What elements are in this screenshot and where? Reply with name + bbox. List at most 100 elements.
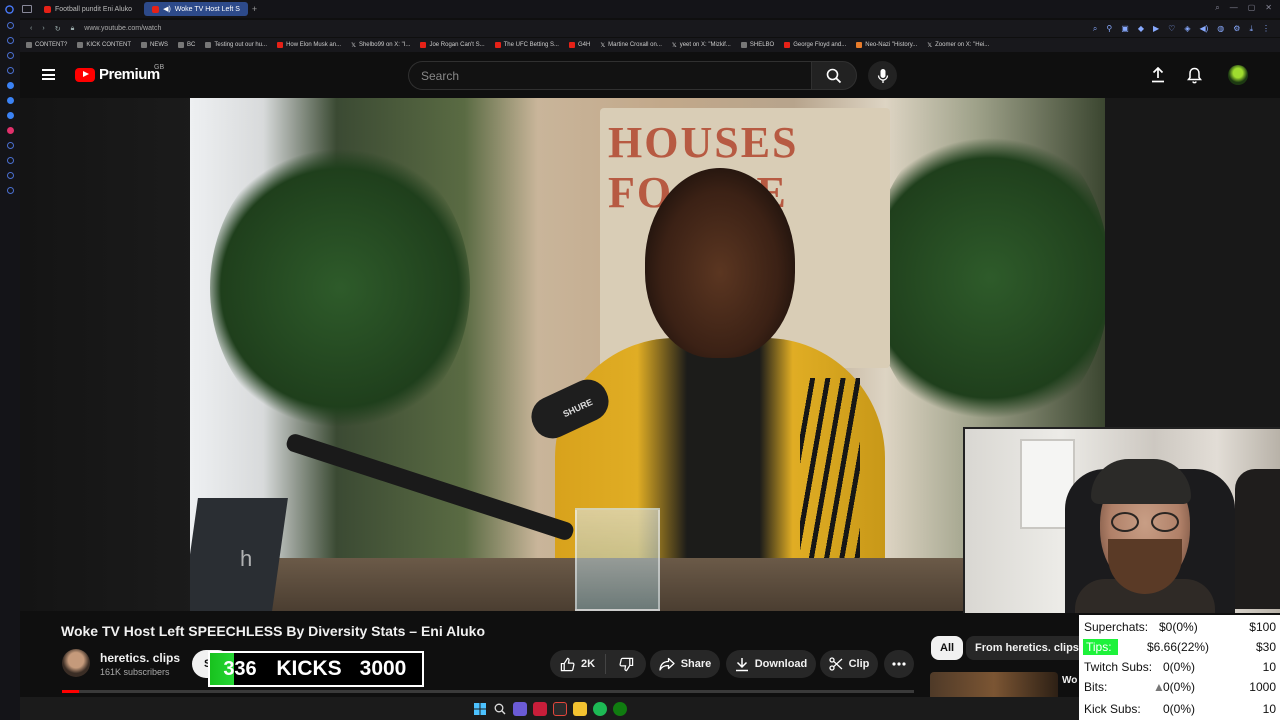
- channel-avatar[interactable]: [62, 649, 90, 677]
- search-tabs-icon[interactable]: ⌕: [1215, 3, 1219, 13]
- bookmark-item[interactable]: NEWS: [141, 42, 168, 48]
- more-actions-button[interactable]: [884, 650, 914, 678]
- taskbar-search-icon[interactable]: [493, 702, 507, 716]
- sidebar-icon[interactable]: [6, 97, 14, 104]
- pin-icon[interactable]: ⚲: [1106, 24, 1112, 34]
- chrome-icon[interactable]: [552, 701, 567, 716]
- wallet-icon[interactable]: ◈: [1184, 24, 1190, 34]
- new-tab-button[interactable]: +: [252, 4, 257, 14]
- history-icon[interactable]: [6, 157, 14, 164]
- instagram-icon[interactable]: [6, 127, 14, 134]
- menu-icon[interactable]: ⋮: [1262, 24, 1270, 34]
- voice-search-button[interactable]: [868, 61, 897, 90]
- bookmark-item[interactable]: The UFC Betting S...: [494, 42, 559, 48]
- dislike-button[interactable]: [606, 657, 646, 672]
- minimize-icon[interactable]: —: [1230, 3, 1238, 13]
- bookmark-item[interactable]: Neo-Nazi "History...: [856, 42, 917, 48]
- sidebar-icon[interactable]: [6, 67, 14, 74]
- kicks-goal-bar: 336 KICKS 3000: [208, 651, 424, 687]
- forward-icon[interactable]: ›: [42, 25, 44, 32]
- chip-all[interactable]: All: [931, 636, 964, 660]
- sidebar-icon[interactable]: [6, 22, 14, 29]
- windows-taskbar: [20, 697, 1079, 720]
- bookmark-item[interactable]: SHELBO: [740, 42, 774, 48]
- messenger-icon[interactable]: [6, 112, 14, 119]
- youtube-icon: [568, 42, 575, 48]
- snapshot-icon[interactable]: ▣: [1121, 24, 1129, 34]
- bookmark-item[interactable]: CONTENT?: [26, 42, 67, 48]
- bookmark-item[interactable]: Joe Rogan Can't S...: [420, 42, 485, 48]
- tab-woke-tv-host[interactable]: ◀) Woke TV Host Left S: [144, 2, 248, 16]
- bookmark-item[interactable]: Testing out our hu...: [205, 42, 267, 48]
- windows-start-icon[interactable]: [473, 702, 487, 716]
- bookmark-label: Martine Croxall on...: [608, 42, 662, 48]
- bookmark-item[interactable]: G4H: [568, 42, 590, 48]
- search-input[interactable]: Search: [408, 61, 811, 90]
- chip-from-channel[interactable]: From heretics. clips: [966, 636, 1088, 660]
- tab-football-pundit[interactable]: Football pundit Eni Aluko: [36, 2, 140, 16]
- sidebar-icon[interactable]: [6, 172, 14, 179]
- url-field[interactable]: www.youtube.com/watch: [84, 25, 161, 32]
- zoom-icon[interactable]: ⌕: [1093, 24, 1097, 34]
- bookmark-item[interactable]: BC: [178, 42, 195, 48]
- reload-icon[interactable]: ↻: [55, 25, 61, 33]
- tab-overview-icon[interactable]: [22, 5, 32, 13]
- close-icon[interactable]: ✕: [1265, 3, 1272, 13]
- like-count: 2K: [581, 658, 596, 670]
- spotify-icon[interactable]: [592, 701, 607, 716]
- bookmark-icon[interactable]: ♡: [1168, 24, 1175, 34]
- video-caption: h: [240, 546, 253, 571]
- share-button[interactable]: Share: [650, 650, 720, 678]
- bookmark-item[interactable]: 𝕏 Zoomer on X: "Hei...: [927, 42, 989, 49]
- mic-boom-arm: [284, 432, 576, 542]
- stat-value: 0(0%): [1163, 680, 1196, 694]
- upload-button[interactable]: [1149, 66, 1167, 84]
- downloads-icon[interactable]: ⤓: [1249, 24, 1253, 34]
- xbox-icon[interactable]: [612, 701, 627, 716]
- settings-icon[interactable]: [6, 187, 14, 194]
- bookmark-item[interactable]: How Elon Musk an...: [277, 42, 341, 48]
- bookmark-item[interactable]: KICK CONTENT: [77, 42, 131, 48]
- browser-logo-icon[interactable]: [0, 4, 18, 14]
- video-progress-bar[interactable]: [62, 690, 914, 693]
- clip-button[interactable]: Clip: [820, 650, 878, 678]
- stat-value: 0(0%): [1163, 660, 1196, 674]
- easy-setup-icon[interactable]: ⚙: [1233, 24, 1240, 34]
- discord-icon[interactable]: [512, 701, 527, 716]
- like-button[interactable]: 2K: [550, 654, 606, 674]
- channel-name[interactable]: heretics. clips: [100, 651, 180, 665]
- folder-icon: [77, 42, 84, 48]
- bookmark-item[interactable]: 𝕏 Martine Croxall on...: [600, 42, 662, 49]
- download-button[interactable]: Download: [726, 650, 816, 678]
- stat-goal: 1000: [1249, 680, 1276, 694]
- sidebar-icon[interactable]: [6, 37, 14, 44]
- x-icon: 𝕏: [671, 42, 677, 49]
- sidebar-icon[interactable]: [6, 52, 14, 59]
- audio-icon[interactable]: ◀): [1199, 24, 1208, 34]
- sidebar-icon[interactable]: [6, 82, 14, 89]
- search-button[interactable]: [811, 61, 857, 90]
- youtube-premium-logo[interactable]: Premium: [75, 66, 160, 83]
- like-dislike-group: 2K: [550, 650, 646, 678]
- speaker-head: [645, 168, 795, 358]
- more-icon: [892, 662, 906, 666]
- account-avatar[interactable]: [1228, 65, 1248, 85]
- water-glass: [575, 508, 660, 611]
- back-icon[interactable]: ‹: [30, 25, 32, 32]
- maximize-icon[interactable]: ▢: [1248, 3, 1256, 13]
- chat-icon[interactable]: ◍: [1217, 24, 1224, 34]
- sidebar-icon[interactable]: [6, 142, 14, 149]
- extensions-icon[interactable]: ▶: [1153, 24, 1159, 34]
- bookmark-item[interactable]: 𝕏 Shelbo99 on X: "I...: [351, 42, 410, 49]
- opera-icon[interactable]: [532, 701, 547, 716]
- menu-icon[interactable]: [42, 69, 55, 80]
- vpn-icon[interactable]: ◆: [1138, 24, 1144, 34]
- bookmark-item[interactable]: George Floyd and...: [784, 42, 846, 48]
- bookmark-item[interactable]: 𝕏yeet on X: "Mizkif...: [672, 42, 731, 49]
- file-explorer-icon[interactable]: [572, 701, 587, 716]
- kicks-goal: 3000: [359, 657, 407, 680]
- streamer-cap: [1091, 459, 1191, 504]
- download-icon: [735, 657, 748, 671]
- bookmark-label: BC: [187, 42, 196, 48]
- notifications-button[interactable]: [1185, 66, 1203, 84]
